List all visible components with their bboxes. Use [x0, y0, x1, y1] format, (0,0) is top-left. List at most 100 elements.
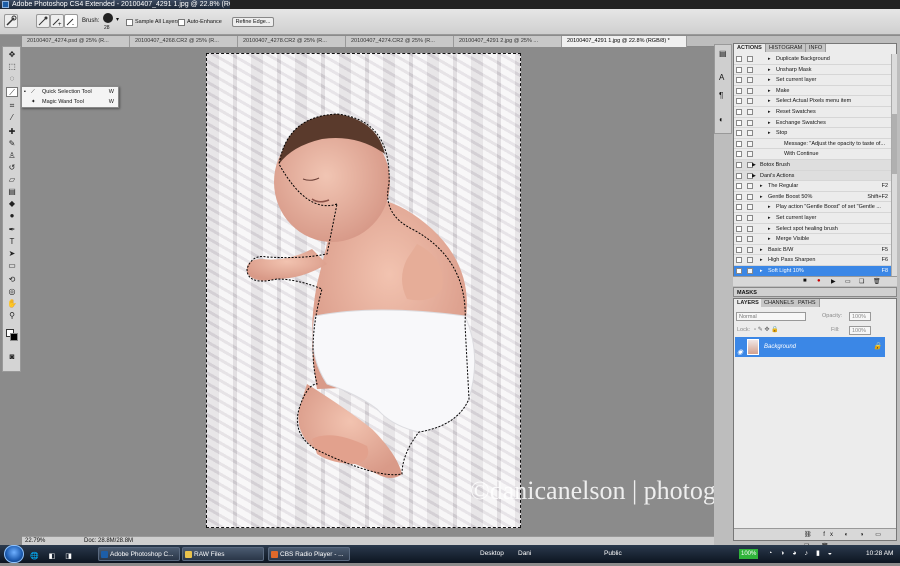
dialog-toggle-icon[interactable] — [747, 193, 753, 200]
action-toggle-checkbox[interactable] — [736, 172, 742, 179]
new-set-icon[interactable]: ▭ — [845, 278, 851, 285]
flyout-item-magic-wand[interactable]: ✦ Magic Wand Tool W — [22, 98, 118, 107]
scroll-thumb[interactable] — [892, 114, 897, 174]
action-toggle-checkbox[interactable] — [736, 151, 742, 158]
character-panel-icon[interactable]: A — [719, 73, 724, 82]
expand-triangle-icon[interactable]: ▸ — [768, 96, 771, 107]
brush-preview-icon[interactable] — [103, 13, 113, 23]
menu-bar[interactable] — [230, 0, 900, 9]
action-toggle-checkbox[interactable] — [736, 56, 742, 62]
action-toggle-checkbox[interactable] — [736, 268, 742, 274]
spot-healing-tool-icon[interactable]: ✚ — [6, 127, 18, 137]
dialog-toggle-icon[interactable] — [747, 140, 753, 147]
play-icon[interactable]: ▶ — [831, 278, 836, 285]
new-action-icon[interactable]: ❏ — [859, 278, 864, 285]
action-toggle-checkbox[interactable] — [736, 215, 742, 221]
start-button[interactable] — [4, 545, 24, 563]
auto-enhance-checkbox[interactable] — [178, 19, 185, 26]
masks-panel[interactable]: MASKS — [733, 287, 897, 297]
expand-triangle-icon[interactable]: ▸ — [768, 86, 771, 97]
record-icon[interactable]: ● — [817, 278, 821, 284]
foreground-color-swatch[interactable] — [10, 333, 18, 341]
dialog-toggle-icon[interactable] — [747, 119, 753, 126]
dialog-toggle-icon[interactable] — [747, 246, 753, 253]
move-tool-icon[interactable]: ✥ — [6, 50, 18, 60]
action-row[interactable]: ▸ Stop — [734, 128, 891, 139]
action-row[interactable]: ▶ Dani's Actions — [734, 170, 891, 182]
visibility-eye-icon[interactable]: ◉ — [737, 343, 743, 363]
action-row[interactable]: With Continue — [734, 149, 891, 160]
marquee-tool-icon[interactable]: ⬚ — [6, 62, 18, 72]
document-tab[interactable]: 20100407_4268.CR2 @ 25% (R... — [130, 36, 238, 47]
action-row[interactable]: ▸ The Regular F2 — [734, 181, 891, 192]
tab-actions[interactable]: ACTIONS — [734, 44, 766, 52]
expand-triangle-icon[interactable]: ▸ — [768, 213, 771, 224]
action-toggle-checkbox[interactable] — [736, 119, 742, 126]
zoom-tool-icon[interactable]: ⚲ — [6, 311, 18, 321]
taskbar-item-raw-files[interactable]: RAW Files — [182, 547, 264, 561]
action-toggle-checkbox[interactable] — [736, 183, 742, 190]
paragraph-panel-icon[interactable]: ¶ — [719, 91, 723, 100]
action-toggle-checkbox[interactable] — [736, 98, 742, 105]
action-toggle-checkbox[interactable] — [736, 130, 742, 137]
expand-triangle-icon[interactable]: ▸ — [768, 118, 771, 129]
action-row[interactable]: ▸ Reset Swatches — [734, 107, 891, 118]
quick-mask-icon[interactable]: ◙ — [6, 352, 18, 362]
actions-scrollbar[interactable] — [891, 54, 897, 276]
brush-tool-icon[interactable]: ✎ — [6, 139, 18, 149]
action-row[interactable]: ▸ Soft Light 10% F8 — [734, 266, 891, 276]
desktop-toolbar[interactable]: Desktop — [480, 545, 504, 563]
brush-dropdown-icon[interactable]: ▾ — [116, 16, 119, 23]
refine-edge-button[interactable]: Refine Edge... — [232, 17, 274, 27]
action-toggle-checkbox[interactable] — [736, 162, 742, 168]
history-brush-tool-icon[interactable]: ↺ — [6, 163, 18, 173]
dani-toolbar[interactable]: Dani — [518, 545, 531, 563]
action-row[interactable]: ▸ Select spot healing brush — [734, 224, 891, 235]
expand-triangle-icon[interactable]: ▸ — [768, 224, 771, 235]
dialog-toggle-icon[interactable] — [747, 87, 753, 94]
tab-channels[interactable]: CHANNELS — [761, 299, 798, 307]
tab-histogram[interactable]: HISTOGRAM — [766, 44, 807, 52]
tab-paths[interactable]: PATHS — [795, 299, 820, 307]
dodge-tool-icon[interactable]: ● — [6, 211, 18, 221]
expand-triangle-icon[interactable]: ▸ — [760, 192, 763, 203]
quick-launch-icons[interactable]: 🌐 ◧ ◨ — [30, 548, 90, 560]
action-row[interactable]: ▸ High Pass Sharpen F6 — [734, 255, 891, 266]
expand-triangle-icon[interactable]: ▶ — [752, 171, 756, 182]
action-row[interactable]: Message: "Adjust the opacity to taste of… — [734, 139, 891, 150]
expand-triangle-icon[interactable]: ▸ — [768, 234, 771, 245]
type-tool-icon[interactable]: T — [6, 237, 18, 247]
dialog-toggle-icon[interactable] — [747, 56, 753, 62]
layer-row-background[interactable]: ◉ Background 🔒 — [735, 337, 885, 357]
gradient-tool-icon[interactable]: ▤ — [6, 187, 18, 197]
document-tab[interactable]: 20100407_4274.CR2 @ 25% (R... — [346, 36, 454, 47]
layer-name[interactable]: Background — [764, 337, 796, 357]
action-toggle-checkbox[interactable] — [736, 87, 742, 94]
navigator-panel-icon[interactable]: ◐ — [719, 115, 724, 124]
eyedropper-tool-icon[interactable]: ⁄ — [6, 113, 18, 123]
action-toggle-checkbox[interactable] — [736, 204, 742, 211]
action-toggle-checkbox[interactable] — [736, 109, 742, 115]
hand-tool-icon[interactable]: ✋ — [6, 299, 18, 309]
lock-icons[interactable]: ▫ ✎ ✥ 🔒 — [754, 326, 779, 333]
dialog-toggle-icon[interactable] — [747, 215, 753, 221]
clock[interactable]: 10:28 AM — [866, 545, 893, 563]
lasso-tool-icon[interactable]: ◌ — [6, 74, 18, 84]
dialog-toggle-icon[interactable] — [747, 151, 753, 158]
dialog-toggle-icon[interactable] — [747, 98, 753, 105]
document-tab[interactable]: 20100407_4274.psd @ 25% (R... — [22, 36, 130, 47]
sample-all-layers-checkbox[interactable] — [126, 19, 133, 26]
document-tab-active[interactable]: 20100407_4291 1.jpg @ 22.8% (RGB/8) * — [562, 36, 687, 47]
expand-triangle-icon[interactable]: ▸ — [760, 245, 763, 256]
action-row[interactable]: ▶ Botox Brush — [734, 160, 891, 171]
opacity-field[interactable]: 100% — [849, 312, 871, 321]
action-row[interactable]: ▸ Duplicate Background — [734, 54, 891, 65]
action-toggle-checkbox[interactable] — [736, 236, 742, 243]
blend-mode-select[interactable]: Normal — [736, 312, 806, 321]
trash-icon[interactable]: 🗑 — [873, 278, 881, 285]
action-toggle-checkbox[interactable] — [736, 193, 742, 200]
expand-triangle-icon[interactable]: ▸ — [760, 181, 763, 192]
expand-triangle-icon[interactable]: ▸ — [768, 54, 771, 65]
dialog-toggle-icon[interactable] — [747, 130, 753, 137]
tray-icons[interactable]: ◔ ◑ ◕ ♪ ▮ ◒ — [768, 545, 835, 563]
